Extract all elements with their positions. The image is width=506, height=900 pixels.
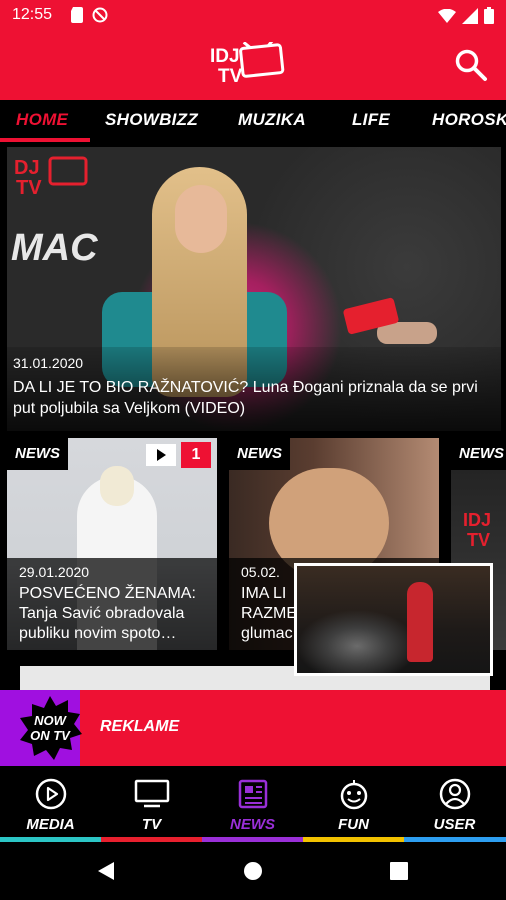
hero-title[interactable]: DA LI JE TO BIO RAŽNATOVIĆ? Luna Đogani … — [13, 377, 495, 419]
search-button[interactable] — [454, 48, 488, 82]
svg-text:TV: TV — [467, 530, 490, 550]
nav-label: MEDIA — [26, 816, 75, 833]
card-title[interactable]: POSVEĆENO ŽENAMA: Tanja Savić obradovala… — [19, 584, 205, 644]
svg-text:ON TV: ON TV — [30, 728, 71, 743]
play-icon — [146, 449, 176, 470]
hero-date: 31.01.2020 — [13, 355, 84, 371]
nav-item-user[interactable]: USER — [404, 776, 505, 842]
nav-item-fun[interactable]: FUN — [303, 776, 404, 842]
nav-label: USER — [433, 816, 476, 833]
svg-text:TV: TV — [218, 66, 243, 86]
nav-item-news[interactable]: NEWS — [202, 776, 303, 842]
status-time: 12:55 — [12, 6, 53, 23]
pip-video-frame — [297, 566, 490, 673]
svg-text:IDJ: IDJ — [210, 46, 240, 67]
tab-muzika[interactable]: MUZIKA — [238, 110, 306, 130]
home-icon[interactable] — [243, 861, 263, 886]
newspaper-icon — [202, 776, 303, 812]
svg-text:IDJ: IDJ — [463, 510, 491, 530]
recents-icon[interactable] — [390, 862, 408, 885]
search-icon — [454, 49, 488, 86]
hero-caption: 31.01.2020 DA LI JE TO BIO RAŽNATOVIĆ? L… — [7, 347, 501, 431]
now-on-tv-bar[interactable]: NOW ON TV REKLAME — [0, 690, 506, 766]
wifi-icon — [438, 8, 456, 28]
nav-label: FUN — [338, 816, 369, 833]
smiley-icon — [303, 776, 404, 812]
back-icon[interactable] — [96, 861, 116, 886]
count-badge: 1 — [181, 442, 211, 468]
do-not-disturb-icon — [92, 7, 108, 28]
category-tabs: HOME SHOWBIZZ MUZIKA LIFE HOROSKOP — [0, 100, 506, 142]
play-circle-icon — [0, 776, 101, 812]
tab-home[interactable]: HOME — [16, 110, 68, 130]
status-left-icons — [70, 7, 108, 28]
status-right-icons — [438, 7, 494, 29]
tab-showbizz[interactable]: SHOWBIZZ — [105, 110, 198, 130]
now-on-tv-label: REKLAME — [100, 718, 180, 735]
hero-backdrop-text: MAC — [11, 227, 98, 269]
card-caption: 29.01.2020 POSVEĆENO ŽENAMA: Tanja Savić… — [7, 558, 217, 650]
hero-watermark-logo: DJ TV — [12, 152, 92, 203]
tab-horoskop[interactable]: HOROSKOP — [432, 110, 506, 130]
bottom-navigation: MEDIA TV NEWS FUN USER — [0, 766, 506, 842]
svg-text:NOW: NOW — [34, 713, 68, 728]
app-bar: IDJ TV — [0, 30, 506, 100]
svg-text:DJ: DJ — [14, 157, 40, 179]
now-on-tv-badge: NOW ON TV — [16, 694, 84, 767]
category-badge: NEWS — [229, 438, 290, 470]
pip-video-player[interactable] — [294, 563, 493, 676]
system-navigation-bar — [0, 842, 506, 900]
category-badge: NEWS — [7, 438, 68, 470]
nav-label: TV — [141, 816, 162, 833]
sd-card-icon — [70, 7, 84, 28]
signal-icon — [462, 7, 478, 29]
user-icon — [404, 776, 505, 812]
status-bar: 12:55 — [0, 0, 506, 30]
video-badge — [146, 444, 176, 466]
svg-text:TV: TV — [16, 177, 42, 198]
news-card[interactable]: NEWS 1 29.01.2020 POSVEĆENO ŽENAMA: Tanj… — [7, 438, 217, 650]
tv-icon — [101, 776, 202, 812]
category-badge: NEWS — [451, 438, 506, 470]
hero-image-face — [175, 185, 227, 253]
pip-video-person — [407, 582, 433, 662]
idj-tv-logo[interactable]: IDJ TV — [208, 38, 288, 87]
hero-article[interactable]: MAC DJ TV 31.01.2020 DA LI JE TO BIO RAŽ… — [7, 147, 501, 431]
card-image-head — [100, 466, 134, 506]
card-date: 29.01.2020 — [19, 564, 90, 580]
battery-icon — [484, 7, 494, 29]
card-image-logo: IDJ TV — [463, 510, 491, 550]
tab-life[interactable]: LIFE — [352, 110, 390, 130]
nav-label: NEWS — [230, 816, 275, 833]
nav-item-tv[interactable]: TV — [101, 776, 202, 842]
nav-item-media[interactable]: MEDIA — [0, 776, 101, 842]
